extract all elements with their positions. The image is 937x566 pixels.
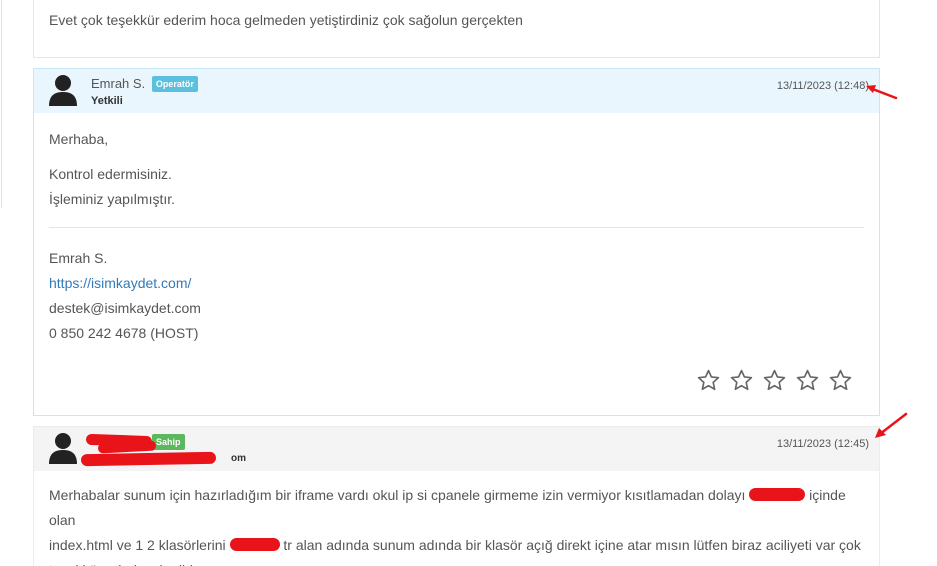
author-line: Emrah S. Operatör [91,76,198,92]
body-line: Kontrol edermisiniz. [49,166,172,182]
customer-message: Sahip om 13/11/2023 (12:45) Merhabalar s… [33,426,880,566]
previous-message: Evet çok teşekkür ederim hoca gelmeden y… [33,0,880,58]
message-text: index.html ve 1 2 klasörlerini [49,537,226,553]
message-text: Merhabalar sunum için hazırladığım bir i… [49,487,746,503]
author-email-suffix: om [231,453,246,464]
operator-message-body: Merhaba, Kontrol edermisiniz. İşleminiz … [34,113,879,212]
redaction-mark [749,488,806,501]
previous-message-text: Evet çok teşekkür ederim hoca gelmeden y… [49,12,523,28]
message-date: 13/11/2023 (12:45) [776,438,869,450]
redaction-mark [97,440,157,454]
operator-message-header: Emrah S. Operatör Yetkili 13/11/2023 (12… [34,69,879,113]
star-icon-1[interactable] [696,368,721,393]
annotation-arrow-icon [866,85,898,100]
owner-badge: Sahip [152,434,185,450]
redaction-mark [80,451,217,467]
signature: Emrah S. https://isimkaydet.com/ destek@… [34,228,879,346]
star-icon-3[interactable] [762,368,787,393]
message-line: index.html ve 1 2 klasörlerini tr alan a… [49,533,864,558]
signature-email: destek@isimkaydet.com [49,300,201,316]
signature-website-link[interactable]: https://isimkaydet.com/ [49,275,191,291]
author-role: Yetkili [91,95,123,107]
annotation-arrow-icon [875,412,908,438]
message-date: 13/11/2023 (12:48) [776,80,869,92]
user-avatar-icon [48,432,78,464]
message-line: teşekkür ederim şimdiden. [49,558,864,566]
signature-phone: 0 850 242 4678 (HOST) [49,325,199,341]
left-panel-edge [0,0,2,208]
customer-message-header: Sahip om 13/11/2023 (12:45) [34,427,879,471]
star-icon-4[interactable] [795,368,820,393]
redaction-mark [229,538,280,551]
body-line: İşleminiz yapılmıştır. [49,191,176,207]
operator-badge: Operatör [151,76,198,92]
customer-message-body: Merhabalar sunum için hazırladığım bir i… [34,471,879,566]
author-name: Emrah S. [91,76,146,91]
message-line: Merhabalar sunum için hazırladığım bir i… [49,483,864,533]
user-avatar-icon [48,74,78,106]
operator-message: Emrah S. Operatör Yetkili 13/11/2023 (12… [33,68,880,416]
star-icon-2[interactable] [729,368,754,393]
message-text: tr alan adında sunum adında bir klasör a… [283,537,861,553]
star-icon-5[interactable] [828,368,853,393]
author-line: Sahip [152,434,185,450]
greeting-line: Merhaba, [49,131,109,147]
star-rating [696,368,853,393]
signature-name: Emrah S. [49,250,108,266]
